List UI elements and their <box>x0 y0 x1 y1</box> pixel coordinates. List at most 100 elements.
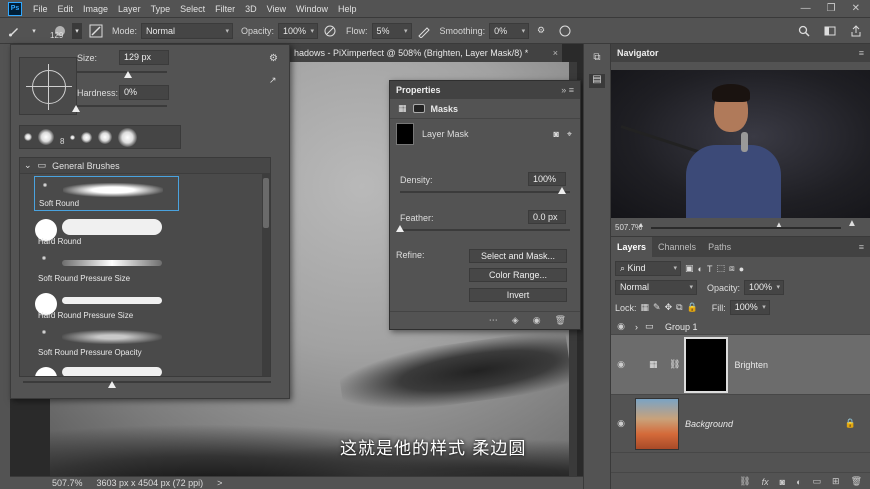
delete-mask-trash-icon[interactable]: 🗑 <box>555 315 566 326</box>
layer-lock-icon[interactable]: 🔒 <box>845 418 856 429</box>
recent-brush-4[interactable] <box>81 131 93 143</box>
adjustment-layer-icon[interactable]: ◐ <box>796 477 801 487</box>
status-menu-arrow-icon[interactable]: > <box>217 478 222 488</box>
select-and-mask-button[interactable]: Select and Mask... <box>469 249 567 263</box>
close-document-icon[interactable]: × <box>553 48 558 58</box>
layer-opacity-field[interactable]: 100% ▾ <box>744 280 785 295</box>
feather-slider-track[interactable] <box>400 229 570 231</box>
select-pixel-mask-icon[interactable]: ◙ <box>553 129 558 139</box>
photoshop-logo[interactable]: Ps <box>8 1 22 16</box>
flow-field[interactable]: 5% ▾ <box>371 22 412 39</box>
tab-layers[interactable]: Layers <box>611 237 653 257</box>
tool-preset-caret-icon[interactable]: ▾ <box>26 23 42 39</box>
share-icon[interactable] <box>848 23 864 39</box>
zoom-out-icon[interactable]: ▴ <box>639 220 643 229</box>
menu-3d[interactable]: 3D <box>240 4 262 14</box>
lock-artboard-icon[interactable]: ⧉ <box>676 302 682 313</box>
layer-name[interactable]: Background <box>685 419 733 429</box>
blend-mode-dropdown[interactable]: Normal ▾ <box>615 280 697 295</box>
brush-angle-roundness-widget[interactable] <box>19 57 77 115</box>
recent-brush-5[interactable] <box>98 130 113 144</box>
preview-size-slider-thumb[interactable] <box>108 381 116 388</box>
recent-brush-6[interactable] <box>118 127 138 147</box>
panel-menu-icon[interactable]: ≡ <box>859 242 864 252</box>
brush-folder-general[interactable]: ⌄ ▭ General Brushes <box>20 158 270 174</box>
smoothing-field[interactable]: 0% ▾ <box>489 22 530 39</box>
panel-menu-icon[interactable]: » ≡ <box>561 85 574 95</box>
layer-row-background[interactable]: ◉ Background 🔒 <box>611 395 870 453</box>
pixel-mask-icon[interactable]: ▦ <box>398 103 407 114</box>
scrollbar-thumb[interactable] <box>263 178 269 228</box>
menu-help[interactable]: Help <box>333 4 362 14</box>
layer-name[interactable]: Brighten <box>734 360 768 370</box>
size-slider-thumb[interactable] <box>124 71 132 78</box>
load-selection-icon[interactable]: ⋯ <box>489 315 498 326</box>
tab-channels[interactable]: Channels <box>652 237 702 257</box>
layer-mask-thumbnail[interactable] <box>684 336 729 393</box>
menu-select[interactable]: Select <box>175 4 210 14</box>
document-tab[interactable]: hadows - PiXimperfect @ 508% (Brighten, … <box>290 44 562 62</box>
feather-field[interactable]: 0.0 px <box>528 210 566 224</box>
close-button[interactable]: ✕ <box>852 3 860 14</box>
layer-mask-thumbnail[interactable] <box>396 123 414 145</box>
menu-image[interactable]: Image <box>78 4 113 14</box>
brush-preset-soft-round[interactable]: Soft Round <box>34 176 179 211</box>
recent-brush-2[interactable] <box>38 129 54 145</box>
hardness-slider-track[interactable] <box>75 105 167 107</box>
group-expand-chevron-icon[interactable]: › <box>635 322 645 332</box>
new-group-folder-icon[interactable]: ▭ <box>813 476 822 487</box>
lock-transparent-icon[interactable]: ▦ <box>641 302 650 313</box>
menu-window[interactable]: Window <box>291 4 333 14</box>
recent-brush-1[interactable] <box>24 133 32 141</box>
density-slider-thumb[interactable] <box>558 187 566 194</box>
density-slider-track[interactable] <box>400 191 570 193</box>
color-range-button[interactable]: Color Range... <box>469 268 567 282</box>
filter-smart-object-icon[interactable]: ⧈ <box>729 263 735 274</box>
hardness-field[interactable]: 0% <box>119 85 169 100</box>
layer-thumbnail[interactable] <box>635 397 679 450</box>
opacity-field[interactable]: 100% ▾ <box>278 22 319 39</box>
hardness-slider-thumb[interactable] <box>72 105 80 112</box>
new-layer-icon[interactable]: ⊞ <box>832 476 840 487</box>
properties-panel-icon[interactable]: ▤ <box>589 74 605 88</box>
history-panel-icon[interactable]: ⧉ <box>589 52 605 66</box>
filter-toggle-icon[interactable]: ● <box>739 264 744 274</box>
navigator-thumbnail[interactable] <box>611 70 870 218</box>
brush-settings-panel-icon[interactable] <box>88 23 104 39</box>
navigator-title[interactable]: Navigator <box>617 48 659 58</box>
mode-dropdown[interactable]: Normal ▾ <box>141 22 234 39</box>
navigator-zoom-slider-thumb[interactable]: ▲ <box>775 220 783 229</box>
smoothing-settings-gear-icon[interactable]: ⚙ <box>533 23 549 39</box>
brush-preset-soft-round-pressure-opacity[interactable]: Soft Round Pressure Opacity <box>34 324 179 359</box>
recent-brush-size-label[interactable]: 8 <box>60 137 64 146</box>
brush-preset-hard-round[interactable]: Hard Round <box>34 213 179 248</box>
feather-slider-thumb[interactable] <box>396 225 404 232</box>
lock-position-icon[interactable]: ✥ <box>665 302 673 313</box>
tab-paths[interactable]: Paths <box>702 237 737 257</box>
menu-file[interactable]: File <box>28 4 53 14</box>
folder-expand-chevron-icon[interactable]: ⌄ <box>24 160 32 171</box>
filter-shape-icon[interactable]: ⬚ <box>716 263 725 274</box>
menu-type[interactable]: Type <box>146 4 176 14</box>
filter-pixel-icon[interactable]: ▣ <box>685 263 694 274</box>
brush-preset-soft-round-pressure-size[interactable]: Soft Round Pressure Size <box>34 250 179 285</box>
size-field[interactable]: 129 px <box>119 50 169 65</box>
preview-size-slider-track[interactable] <box>23 381 271 383</box>
restore-button[interactable]: ❐ <box>827 3 836 14</box>
fill-field[interactable]: 100% ▾ <box>729 300 770 315</box>
recent-brush-3[interactable] <box>70 134 76 140</box>
menu-view[interactable]: View <box>262 4 291 14</box>
menu-layer[interactable]: Layer <box>113 4 146 14</box>
brush-preset-next[interactable] <box>34 361 179 376</box>
navigator-zoom-slider[interactable] <box>651 227 841 229</box>
lock-image-icon[interactable]: ✎ <box>653 302 661 313</box>
mask-link-chain-icon[interactable]: ⛓ <box>669 359 680 370</box>
layer-style-fx-icon[interactable]: fx <box>762 477 769 487</box>
add-vector-mask-icon[interactable]: ⌖ <box>567 129 572 140</box>
add-mask-icon[interactable]: ◙ <box>780 477 785 487</box>
workspace-icon[interactable] <box>822 23 838 39</box>
picker-settings-gear-icon[interactable]: ⚙ <box>269 53 278 64</box>
menu-filter[interactable]: Filter <box>210 4 240 14</box>
size-slider-track[interactable] <box>77 71 167 73</box>
minimize-button[interactable]: — <box>801 3 811 14</box>
